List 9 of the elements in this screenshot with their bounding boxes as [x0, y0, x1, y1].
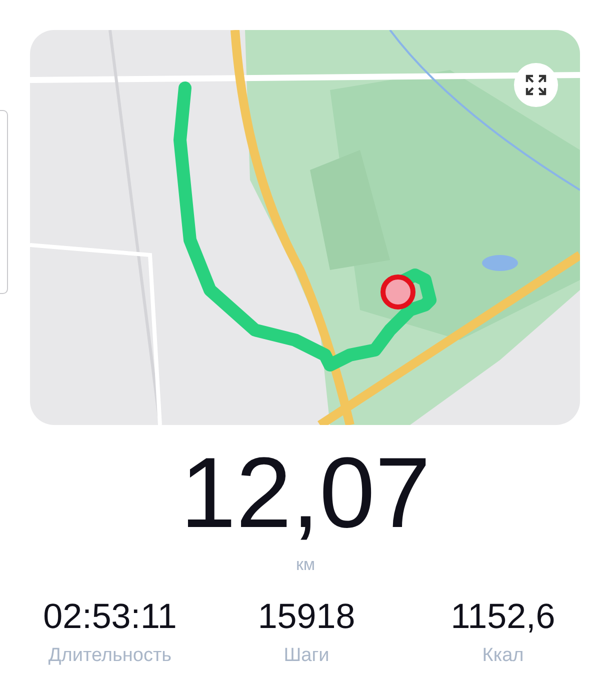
stat-value: 02:53:11	[43, 597, 177, 637]
stat-label: Шаги	[284, 645, 330, 667]
distance-unit: км	[296, 555, 316, 575]
expand-icon	[524, 73, 548, 97]
stat-value: 15918	[258, 597, 356, 637]
stat-value: 1152,6	[450, 597, 556, 637]
stat-label: Ккал	[482, 645, 524, 667]
stat-label: Длительность	[48, 645, 172, 667]
distance-value: 12,07	[180, 443, 431, 543]
